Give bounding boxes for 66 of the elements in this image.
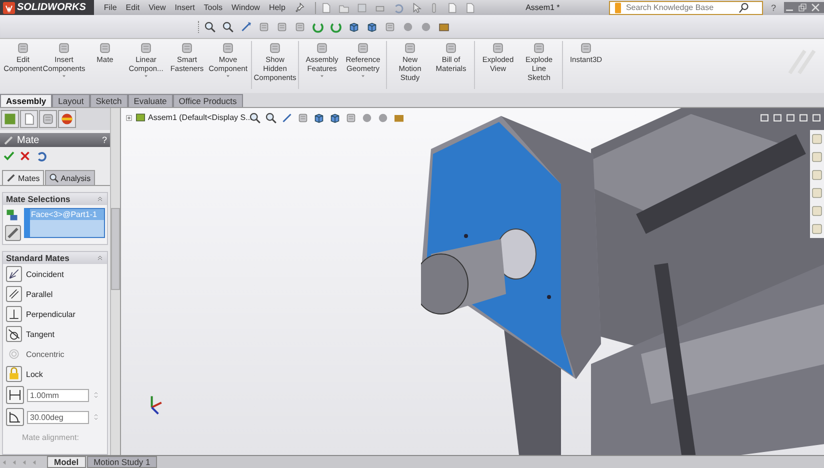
section-header[interactable]: Standard Mates [3, 252, 107, 264]
mate-option[interactable]: Lock [6, 366, 43, 382]
mate-option[interactable]: Tangent [6, 326, 54, 342]
menu-item[interactable]: Window [231, 3, 260, 12]
tree-item[interactable]: Assem1 (Default<Display S... [148, 113, 252, 122]
mate-type-icon [6, 366, 22, 382]
scrollbar[interactable] [110, 108, 120, 455]
search-input[interactable]: Search Knowledge Base [626, 3, 736, 12]
mate-option[interactable]: Parallel [6, 286, 53, 302]
collapse-icon [96, 195, 104, 203]
mate-option[interactable]: Perpendicular [6, 306, 76, 322]
rotate-icon[interactable] [330, 20, 342, 32]
app-logo: SOLIDWORKS [17, 2, 86, 13]
tab[interactable]: Evaluate [128, 94, 173, 107]
rotate-icon[interactable] [312, 20, 324, 32]
dimension-icon [6, 408, 24, 426]
feature-tree-icon[interactable] [1, 110, 19, 128]
view-orientation-icon[interactable] [313, 112, 325, 124]
help-button[interactable]: ? [766, 2, 780, 12]
checkmark-icon[interactable] [3, 150, 15, 162]
value-field[interactable]: 1.00mm [27, 388, 89, 402]
tab[interactable]: Layout [52, 94, 90, 107]
mate-type-icon [6, 346, 22, 362]
menu-item[interactable]: Insert [174, 3, 195, 12]
search-field[interactable]: Search Knowledge Base [608, 0, 763, 14]
menu-item[interactable]: Tools [204, 3, 222, 12]
logo-icon [3, 2, 15, 14]
menu-item[interactable]: Edit [126, 3, 140, 12]
assembly-icon [135, 112, 146, 123]
view-orientation-icon[interactable] [348, 20, 360, 32]
expand-icon[interactable] [125, 114, 133, 122]
tab[interactable]: Mates [2, 170, 44, 185]
field-label: Mate alignment: [21, 432, 79, 442]
section-header[interactable]: Mate Selections [3, 193, 107, 205]
tab[interactable]: Analysis [44, 170, 95, 185]
collapse-icon [96, 254, 104, 262]
tab[interactable]: Assembly [0, 94, 52, 107]
display-style-icon[interactable] [329, 112, 341, 124]
document-title: Assem1 * [526, 3, 560, 12]
zoom-to-fit-icon[interactable] [204, 20, 216, 32]
cancel-icon[interactable] [19, 150, 31, 162]
tab[interactable]: Office Products [172, 94, 243, 107]
dimension-icon [6, 386, 24, 404]
magnifier-icon [48, 173, 59, 183]
mate-type-icon [6, 266, 22, 282]
panel-title: Mate [17, 134, 40, 146]
display-style-icon[interactable] [366, 20, 378, 32]
undo-icon[interactable] [35, 150, 47, 162]
tab[interactable]: Model [47, 456, 86, 468]
menu-item[interactable]: Help [268, 3, 286, 12]
value-field[interactable]: 30.00deg [27, 410, 89, 424]
mate-type-icon [6, 286, 22, 302]
help-button[interactable]: ? [102, 135, 107, 145]
zoom-area-icon[interactable] [222, 20, 234, 32]
tab[interactable]: Sketch [90, 94, 128, 107]
search-icon [738, 2, 750, 14]
mate-option[interactable]: Coincident [6, 266, 64, 282]
pin-icon[interactable] [294, 2, 306, 13]
menu-item[interactable]: View [148, 3, 166, 12]
mate-type-icon [6, 326, 22, 342]
zoom-area-icon[interactable] [265, 112, 277, 124]
tab[interactable]: Motion Study 1 [86, 456, 158, 468]
mate-type-icon [6, 306, 22, 322]
property-manager-icon[interactable] [20, 110, 38, 128]
menu-item[interactable]: File [104, 3, 117, 12]
faces-icon [5, 208, 19, 222]
